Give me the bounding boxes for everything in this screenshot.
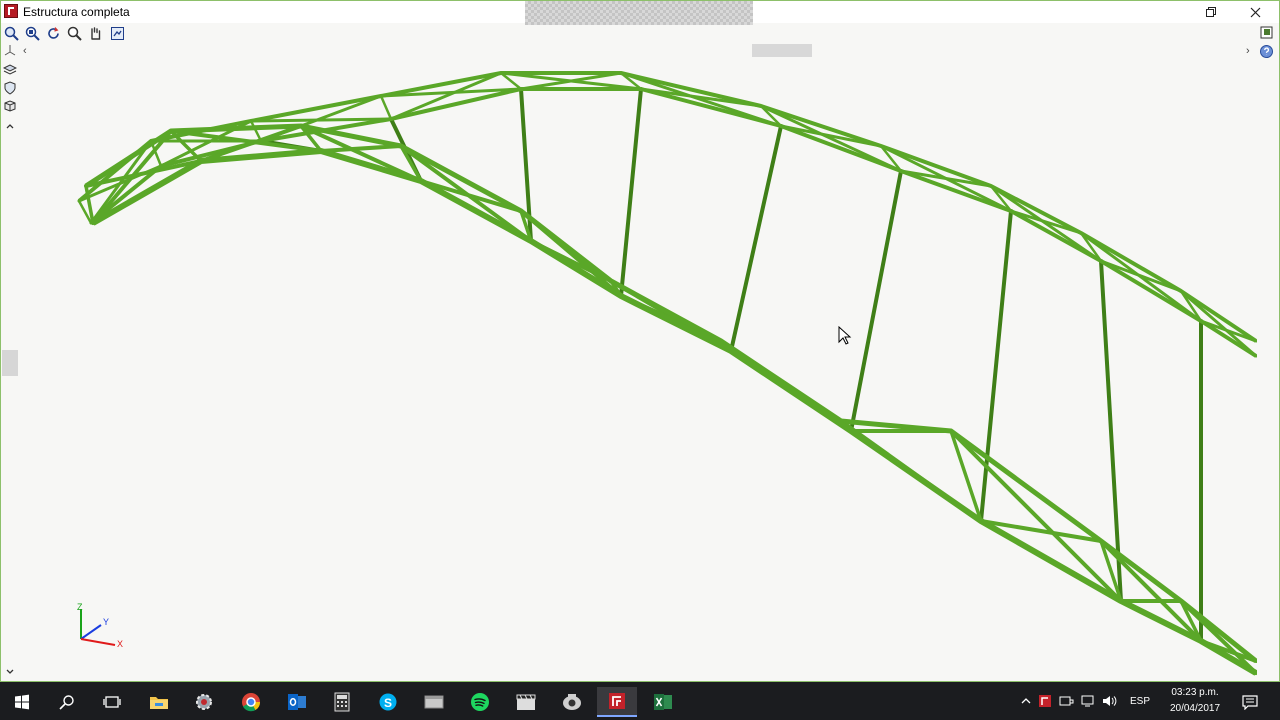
help-icon[interactable] [1259, 44, 1274, 59]
language-indicator[interactable]: ESP [1130, 696, 1150, 707]
web-diagonal [519, 71, 623, 91]
axis-triad-icon: Z Y X [77, 603, 123, 649]
bottom-chord [91, 148, 1258, 676]
app-logo-icon [4, 4, 18, 18]
title-bar: Estructura completa [1, 1, 1279, 25]
svg-text:S: S [384, 696, 392, 710]
notifications-button[interactable] [1232, 687, 1268, 717]
spotify-icon [471, 693, 489, 711]
task-view-icon [103, 696, 121, 708]
chrome-icon [242, 693, 261, 712]
svg-text:Z: Z [77, 603, 83, 612]
volume-icon[interactable] [1102, 694, 1118, 708]
shield-icon[interactable] [3, 81, 17, 95]
left-tool-rail [1, 43, 19, 683]
gear-icon [196, 694, 212, 710]
top-chord [77, 71, 1258, 343]
chevron-up-icon[interactable] [1020, 695, 1032, 707]
view-options-icon [111, 27, 124, 40]
app-settings[interactable] [184, 687, 224, 717]
app-capture[interactable] [552, 687, 592, 717]
cross-beam [729, 124, 783, 353]
app-generic[interactable] [414, 687, 454, 717]
calculator-icon [334, 692, 350, 712]
cross-beam [849, 169, 903, 433]
windows-icon [15, 694, 29, 710]
window-icon [424, 695, 444, 709]
zoom-window-button[interactable] [24, 25, 41, 42]
tray-app-icon[interactable] [1038, 694, 1052, 708]
skype-icon: S [379, 693, 397, 711]
rotate-icon [48, 27, 59, 39]
layers-icon[interactable] [3, 63, 17, 77]
zoom-button[interactable] [66, 25, 83, 42]
notification-icon [1242, 695, 1258, 710]
clapper-icon [516, 694, 536, 710]
window-title: Estructura completa [23, 5, 130, 19]
web-vertical [249, 119, 263, 143]
chevron-down-icon[interactable] [3, 665, 17, 679]
magnifier-icon [67, 26, 82, 41]
taskbar: S ESP 03:23 p.m. 20/04/2017 [0, 682, 1280, 720]
spotify[interactable] [460, 687, 500, 717]
skype[interactable]: S [368, 687, 408, 717]
calculator[interactable] [322, 687, 362, 717]
camera-icon [563, 694, 581, 710]
restore-icon [1206, 7, 1216, 17]
outlook-icon [288, 694, 306, 710]
excel[interactable] [643, 687, 683, 717]
mouse-cursor-icon [838, 326, 852, 345]
excel-icon [654, 694, 672, 710]
scroll-left-arrow[interactable]: ‹ [23, 45, 27, 57]
start-button[interactable] [2, 687, 42, 717]
restore-button[interactable] [1189, 2, 1233, 22]
pan-button[interactable] [87, 25, 104, 42]
folder-icon [150, 697, 168, 709]
web-diagonal [319, 144, 403, 153]
search-icon [59, 695, 74, 710]
clock-time: 03:23 p.m. [1171, 687, 1219, 698]
horizontal-scroll-thumb[interactable] [752, 44, 812, 57]
view-options-button[interactable] [109, 25, 126, 42]
network-icon[interactable] [1080, 694, 1096, 708]
structural-app-icon [609, 693, 625, 709]
web-vertical [379, 94, 393, 121]
svg-text:X: X [117, 639, 123, 649]
svg-text:Y: Y [103, 617, 109, 627]
system-tray: ESP [1020, 682, 1150, 720]
zoom-window-icon [25, 26, 40, 41]
outlook[interactable] [277, 687, 317, 717]
video-editor[interactable] [506, 687, 546, 717]
rotate-view-button[interactable] [45, 25, 62, 42]
search-button[interactable] [47, 687, 87, 717]
clock-date: 20/04/2017 [1169, 703, 1221, 714]
file-explorer[interactable] [139, 687, 179, 717]
chrome[interactable] [231, 687, 271, 717]
book-icon[interactable] [1259, 25, 1275, 40]
zoom-all-icon [4, 26, 19, 41]
app-window: Estructura completa ‹ › Z Y X [0, 0, 1280, 682]
view-toolbar [1, 23, 141, 43]
scroll-right-arrow[interactable]: › [1246, 45, 1250, 57]
axis-tool-icon[interactable] [3, 43, 17, 57]
web-diagonal [899, 169, 993, 188]
chevron-up-icon[interactable] [3, 119, 17, 133]
close-button[interactable] [1233, 2, 1277, 22]
cross-beam [619, 87, 643, 298]
clock[interactable]: 03:23 p.m. 20/04/2017 [1160, 685, 1230, 717]
hand-icon [91, 27, 101, 40]
hardware-icon[interactable] [1058, 694, 1074, 708]
task-view-button[interactable] [92, 687, 132, 717]
structural-app[interactable] [597, 687, 637, 717]
cube-icon[interactable] [3, 99, 17, 113]
3d-viewport[interactable]: Z Y X [19, 57, 1258, 681]
panel-splitter[interactable] [2, 350, 18, 376]
close-icon [1250, 7, 1260, 17]
zoom-all-button[interactable] [3, 25, 20, 42]
truss-model-view[interactable] [19, 57, 1258, 681]
right-tool-rail [1257, 23, 1279, 63]
title-drag-area[interactable] [525, 1, 753, 25]
